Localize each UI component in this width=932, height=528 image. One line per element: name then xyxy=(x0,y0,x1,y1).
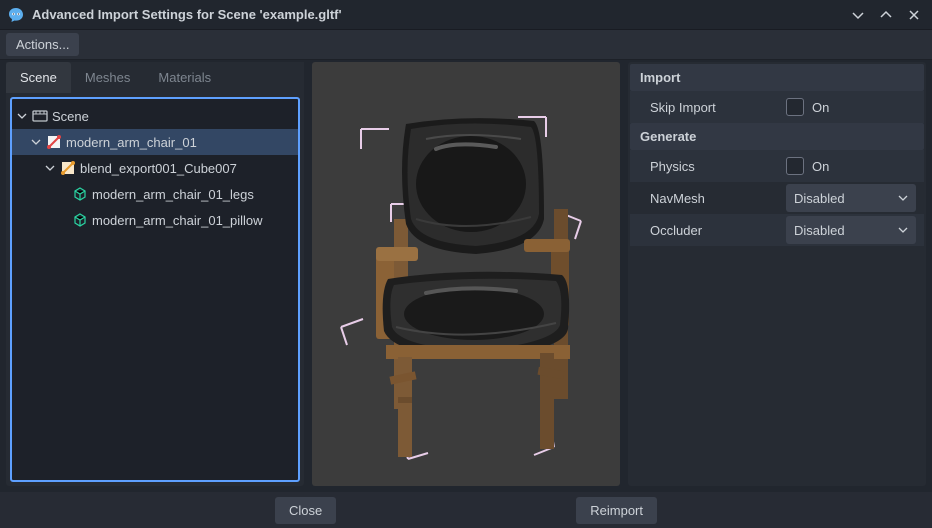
tab-scene[interactable]: Scene xyxy=(6,62,71,93)
close-button[interactable] xyxy=(904,5,924,25)
footer: Close Reimport xyxy=(0,492,932,528)
content: Scene Meshes Materials Scene modern_arm_… xyxy=(0,60,932,492)
actions-button[interactable]: Actions... xyxy=(6,33,79,56)
window-title: Advanced Import Settings for Scene 'exam… xyxy=(32,7,840,22)
select-value: Disabled xyxy=(794,223,845,238)
prop-label: NavMesh xyxy=(630,191,786,206)
left-panel: Scene Meshes Materials Scene modern_arm_… xyxy=(6,62,304,486)
chevron-down-icon xyxy=(898,225,908,235)
tab-meshes[interactable]: Meshes xyxy=(71,62,145,93)
mesh-cube-icon xyxy=(72,186,88,202)
chevron-down-icon[interactable] xyxy=(16,110,28,122)
prop-skip-import: Skip Import On xyxy=(630,91,924,123)
tree-node-legs[interactable]: modern_arm_chair_01_legs xyxy=(12,181,298,207)
node3d-icon xyxy=(46,134,62,150)
minimize-button[interactable] xyxy=(848,5,868,25)
section-generate: Generate xyxy=(630,123,924,150)
scene-tree[interactable]: Scene modern_arm_chair_01 blend_export00… xyxy=(10,97,300,482)
navmesh-select[interactable]: Disabled xyxy=(786,184,916,212)
tree-label: Scene xyxy=(52,109,89,124)
occluder-select[interactable]: Disabled xyxy=(786,216,916,244)
app-icon xyxy=(8,7,24,23)
checkbox-label: On xyxy=(812,159,829,174)
tree-node-scene[interactable]: Scene xyxy=(12,103,298,129)
select-value: Disabled xyxy=(794,191,845,206)
prop-physics: Physics On xyxy=(630,150,924,182)
checkbox-label: On xyxy=(812,100,829,115)
prop-label: Physics xyxy=(630,159,786,174)
node3d-icon xyxy=(60,160,76,176)
3d-viewport[interactable] xyxy=(312,62,620,486)
tree-node-blend-export[interactable]: blend_export001_Cube007 xyxy=(12,155,298,181)
chevron-down-icon xyxy=(898,193,908,203)
titlebar: Advanced Import Settings for Scene 'exam… xyxy=(0,0,932,30)
chair-preview xyxy=(316,69,616,479)
tree-label: blend_export001_Cube007 xyxy=(80,161,237,176)
mesh-cube-icon xyxy=(72,212,88,228)
chevron-down-icon[interactable] xyxy=(30,136,42,148)
chevron-down-icon[interactable] xyxy=(44,162,56,174)
movie-icon xyxy=(32,108,48,124)
tree-label: modern_arm_chair_01_legs xyxy=(92,187,254,202)
skip-import-checkbox[interactable] xyxy=(786,98,804,116)
prop-occluder: Occluder Disabled xyxy=(630,214,924,246)
section-import: Import xyxy=(630,64,924,91)
physics-checkbox[interactable] xyxy=(786,157,804,175)
maximize-button[interactable] xyxy=(876,5,896,25)
tree-node-pillow[interactable]: modern_arm_chair_01_pillow xyxy=(12,207,298,233)
tab-materials[interactable]: Materials xyxy=(144,62,225,93)
reimport-button[interactable]: Reimport xyxy=(576,497,657,524)
prop-label: Skip Import xyxy=(630,100,786,115)
tree-node-modern-arm-chair[interactable]: modern_arm_chair_01 xyxy=(12,129,298,155)
prop-label: Occluder xyxy=(630,223,786,238)
tree-label: modern_arm_chair_01 xyxy=(66,135,197,150)
prop-navmesh: NavMesh Disabled xyxy=(630,182,924,214)
left-tabs: Scene Meshes Materials xyxy=(6,62,304,93)
inspector-panel: Import Skip Import On Generate Physics O… xyxy=(628,62,926,486)
toolbar: Actions... xyxy=(0,30,932,60)
tree-label: modern_arm_chair_01_pillow xyxy=(92,213,263,228)
close-dialog-button[interactable]: Close xyxy=(275,497,336,524)
